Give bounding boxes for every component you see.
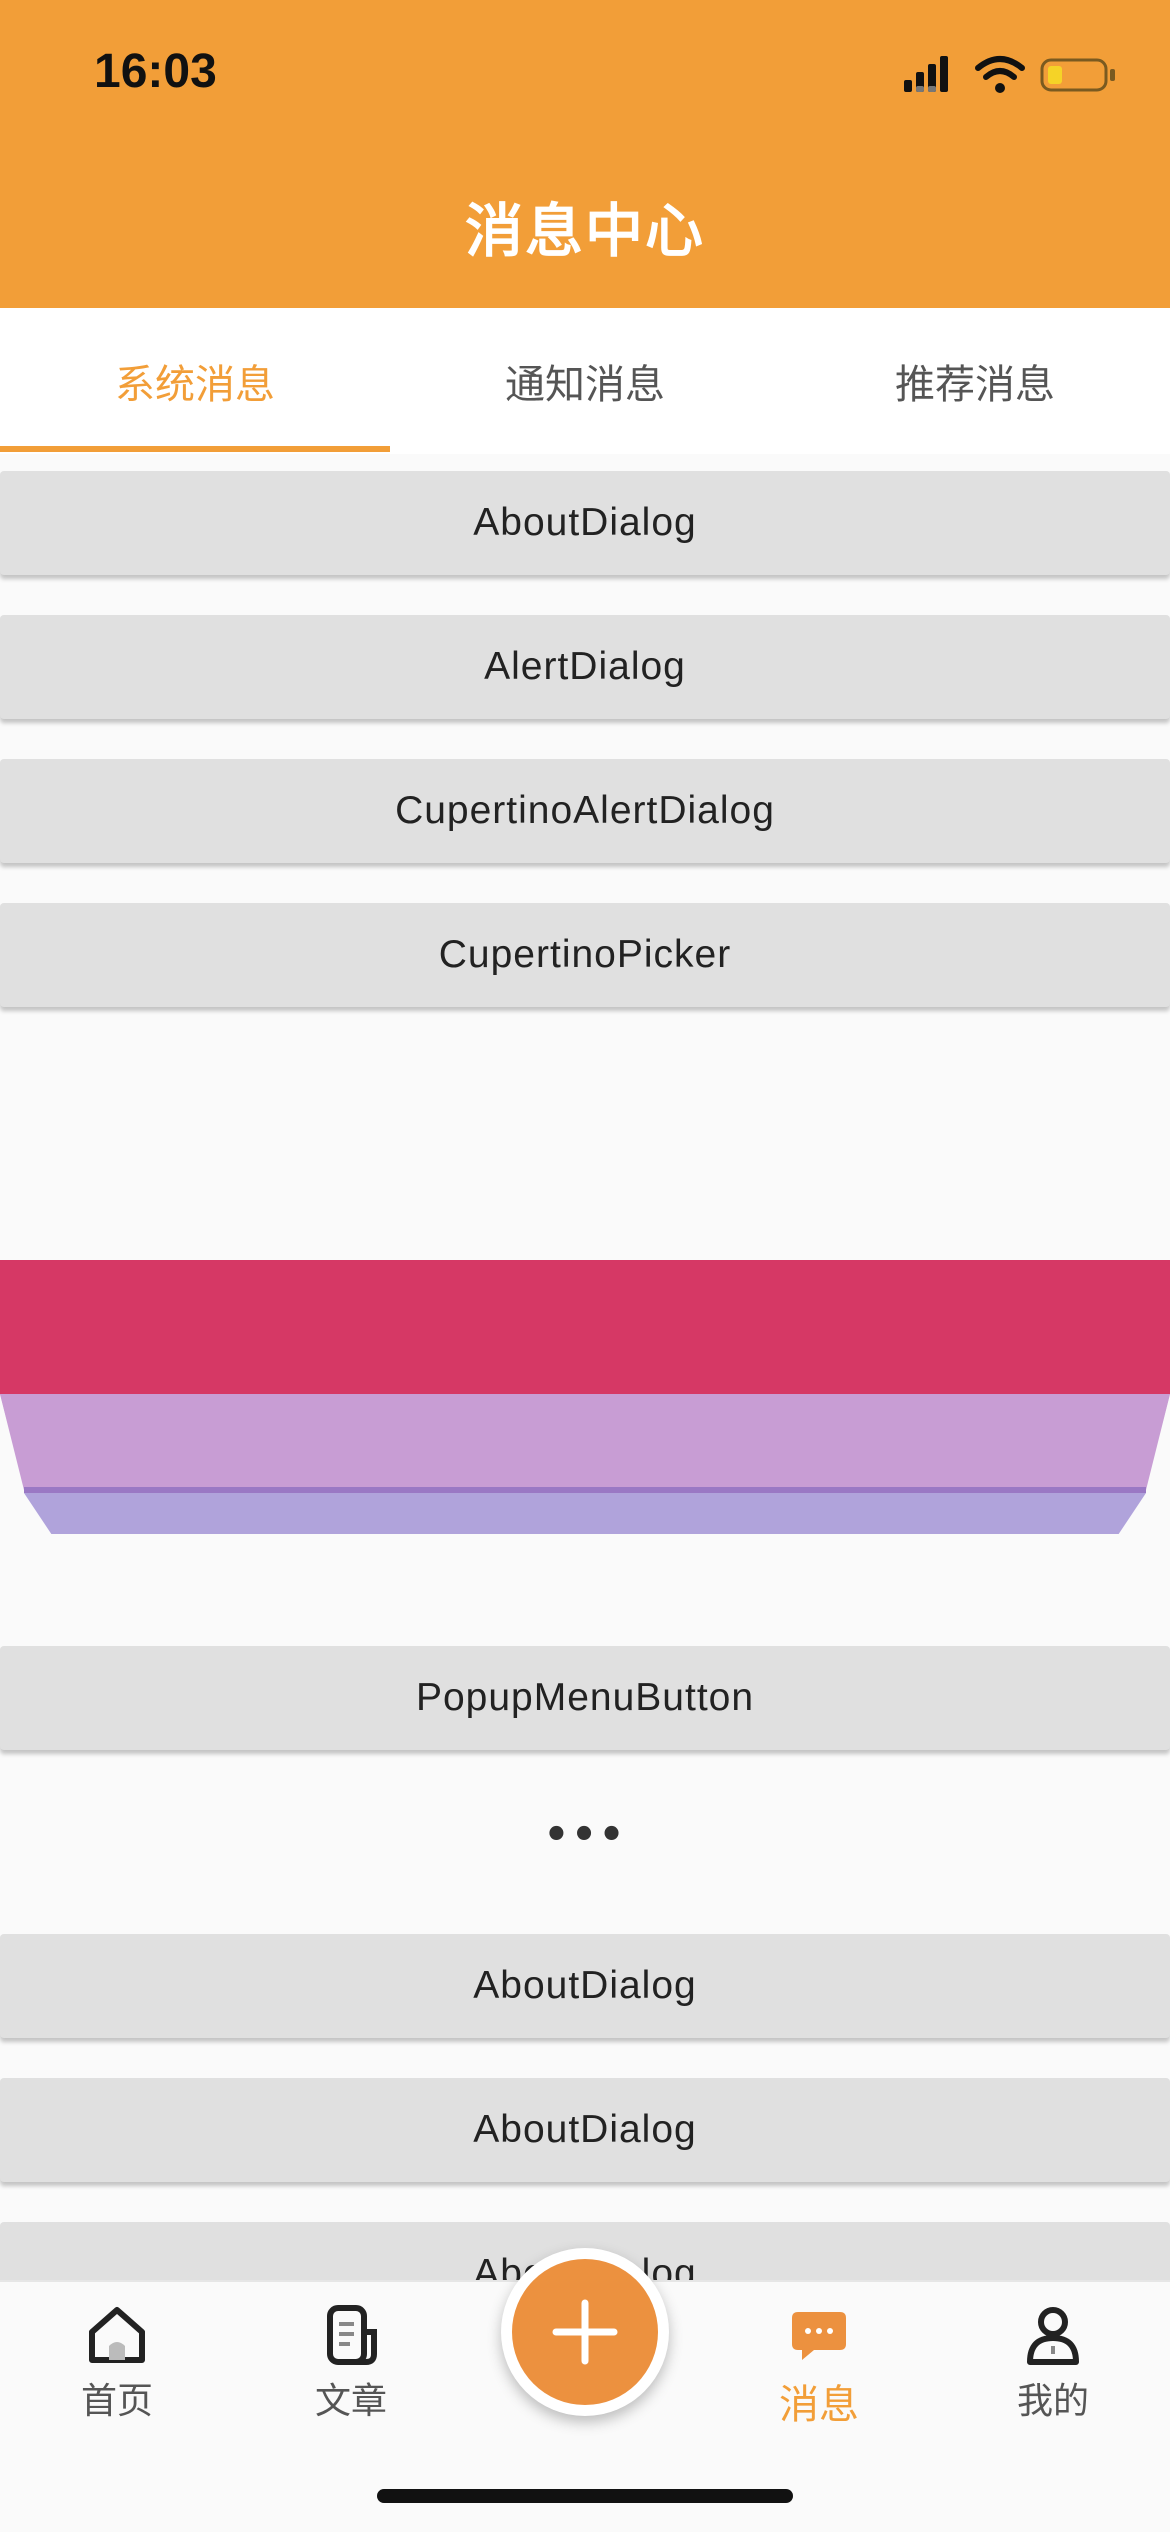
picker-lower-items	[0, 1394, 1170, 1578]
message-icon	[792, 2312, 846, 2360]
nav-label-profile: 我的	[1016, 2381, 1089, 2422]
profile-icon	[1027, 2307, 1079, 2365]
add-fab-button[interactable]	[501, 2248, 669, 2416]
cupertino-alert-dialog-button[interactable]: CupertinoAlertDialog	[0, 759, 1170, 863]
article-icon	[327, 2305, 377, 2365]
battery-icon	[1040, 58, 1115, 92]
nav-label-messages: 消息	[779, 2382, 859, 2428]
ellipsis-indicator: •••	[543, 1812, 627, 1858]
status-indicators-icon	[904, 56, 1115, 93]
app-header: 16:03 消息中心	[0, 0, 1170, 308]
home-icon	[89, 2307, 145, 2363]
tab-active-indicator	[0, 446, 390, 452]
home-indicator	[377, 2489, 793, 2503]
wifi-icon	[975, 56, 1025, 93]
tab-bar: 系统消息 通知消息 推荐消息	[0, 308, 1170, 454]
nav-item-articles[interactable]: 文章	[234, 2282, 468, 2462]
nav-item-messages[interactable]: 消息	[702, 2282, 936, 2462]
fab-inner	[512, 2259, 658, 2405]
status-bar: 16:03	[0, 0, 1170, 150]
picker-lower-graphic	[0, 1394, 1170, 1578]
nav-item-home[interactable]: 首页	[0, 2282, 234, 2462]
status-icons	[900, 52, 1120, 96]
about-dialog-button[interactable]: AboutDialog	[0, 471, 1170, 575]
signal-icon	[904, 56, 948, 92]
cupertino-picker-button[interactable]: CupertinoPicker	[0, 903, 1170, 1007]
picker-selected-item	[0, 1260, 1170, 1394]
status-time: 16:03	[94, 45, 217, 98]
tab-system-messages[interactable]: 系统消息	[0, 308, 390, 454]
plus-icon	[552, 2299, 618, 2365]
nav-label-articles: 文章	[314, 2381, 387, 2422]
tab-notification-messages[interactable]: 通知消息	[390, 308, 780, 454]
alert-dialog-button[interactable]: AlertDialog	[0, 615, 1170, 719]
tab-recommended-messages[interactable]: 推荐消息	[780, 308, 1170, 454]
page-title: 消息中心	[464, 197, 705, 265]
message-list[interactable]: AboutDialog AlertDialog CupertinoAlertDi…	[0, 454, 1170, 2280]
nav-item-profile[interactable]: 我的	[936, 2282, 1170, 2462]
picker-item-2	[24, 1493, 1146, 1556]
picker-item-1-band	[0, 1394, 1170, 1490]
popup-menu-button[interactable]: PopupMenuButton	[0, 1646, 1170, 1750]
about-dialog-button-3[interactable]: AboutDialog	[0, 2078, 1170, 2182]
about-dialog-button-2[interactable]: AboutDialog	[0, 1934, 1170, 2038]
nav-label-home: 首页	[80, 2381, 153, 2422]
